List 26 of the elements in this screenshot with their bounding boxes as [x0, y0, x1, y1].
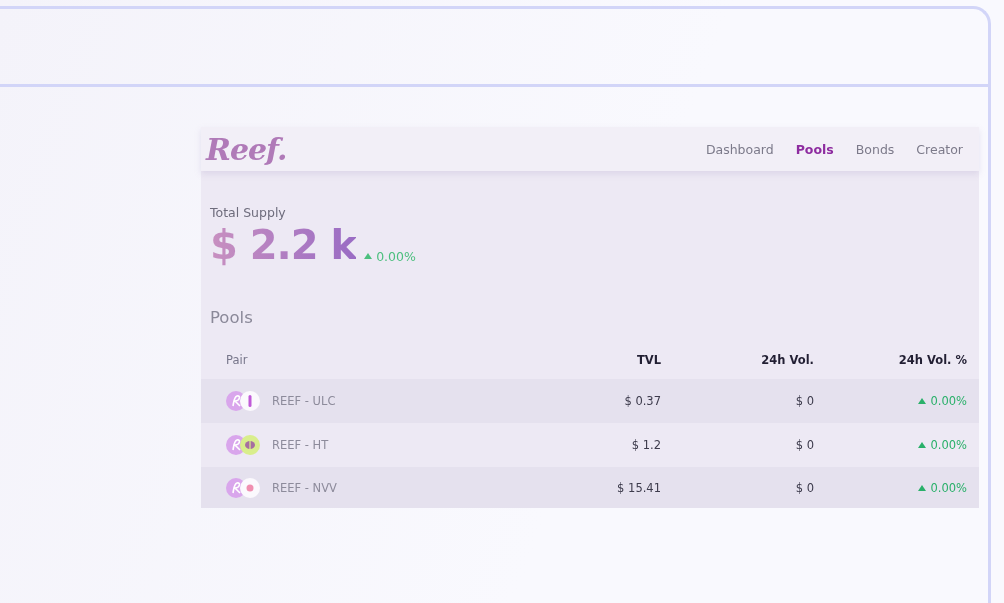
column-header: 24h Vol. %	[897, 353, 967, 367]
column-header: TVL	[635, 353, 661, 367]
volume-value: $ 0	[794, 480, 814, 495]
pair-name: REEF - HT	[272, 438, 329, 452]
nav-link[interactable]: Pools	[795, 141, 834, 157]
volume-change: 0.00%	[930, 394, 967, 408]
volume-change: 0.00%	[930, 480, 967, 495]
pool-row[interactable]: REEF - ULC $ 0.37 $ 0 0.00%	[201, 379, 979, 423]
tvl-value: $ 0.37	[623, 394, 661, 408]
tvl-value: $ 1.2	[630, 438, 661, 452]
nav-link[interactable]: Bonds	[855, 141, 895, 157]
tvl-value: $ 15.41	[616, 480, 661, 495]
pair-name: REEF - ULC	[272, 394, 336, 408]
pools-heading: Pools	[210, 308, 254, 327]
pair-name: REEF - NVV	[272, 480, 337, 495]
supply-label: Total Supply	[210, 205, 287, 220]
column-header: 24h Vol.	[760, 353, 814, 367]
pool-row[interactable]: REEF - HT $ 1.2 $ 0 0.00%	[201, 423, 979, 467]
nav-link[interactable]: Dashboard	[705, 141, 774, 157]
supply-change: 0.00%	[376, 248, 416, 264]
pool-row[interactable]: REEF - NVV $ 15.41 $ 0 0.00%	[201, 467, 979, 508]
volume-value: $ 0	[794, 394, 814, 408]
volume-change: 0.00%	[930, 438, 967, 452]
volume-value: $ 0	[794, 438, 814, 452]
nav-link[interactable]: Creator	[916, 141, 963, 157]
column-header: Pair	[226, 353, 249, 367]
